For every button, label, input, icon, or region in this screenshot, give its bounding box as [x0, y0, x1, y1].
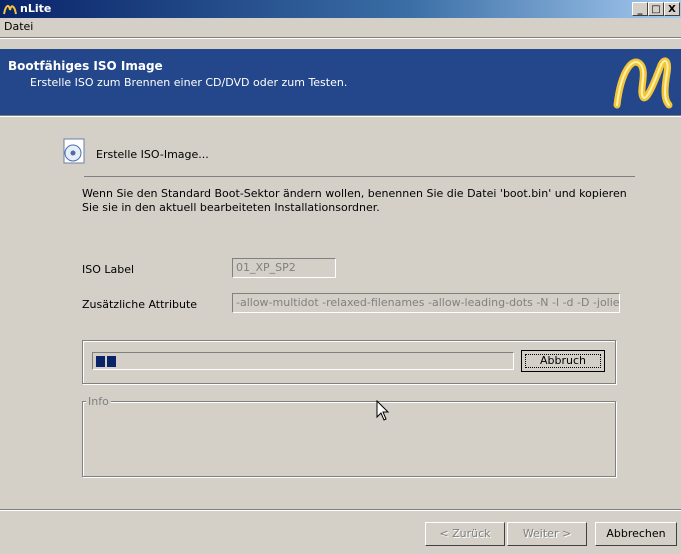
back-button[interactable]: < Zurück [425, 522, 505, 546]
next-button[interactable]: Weiter > [507, 522, 587, 546]
header-title: Bootfähiges ISO Image [8, 59, 163, 73]
title-bar[interactable]: nLite _ □ X [0, 0, 681, 18]
section-title: Erstelle ISO-Image... [96, 148, 209, 161]
abort-button[interactable]: Abbruch [521, 350, 605, 372]
footer-separator [0, 509, 681, 511]
header-separator [0, 115, 681, 117]
mouse-cursor-icon [376, 400, 390, 421]
iso-label-field[interactable]: 01_XP_SP2 [232, 258, 336, 278]
attributes-field[interactable]: -allow-multidot -relaxed-filenames -allo… [232, 293, 620, 313]
menu-item-datei[interactable]: Datei [4, 20, 33, 33]
menu-separator [0, 37, 681, 39]
focus-rectangle [525, 354, 601, 368]
progress-bar [92, 352, 514, 370]
attributes-caption: Zusätzliche Attribute [82, 298, 198, 311]
progress-block [96, 356, 105, 367]
cancel-button[interactable]: Abbrechen [595, 522, 677, 546]
nlite-logo-icon [613, 57, 673, 109]
section-description: Wenn Sie den Standard Boot-Sektor ändern… [82, 187, 627, 214]
close-button[interactable]: X [664, 2, 680, 16]
menu-bar: Datei [0, 18, 681, 36]
iso-label-caption: ISO Label [82, 263, 135, 276]
cd-image-icon [63, 138, 85, 164]
minimize-button[interactable]: _ [632, 2, 648, 16]
header-banner: Bootfähiges ISO Image Erstelle ISO zum B… [0, 49, 681, 115]
section-divider [84, 176, 635, 177]
progress-block [107, 356, 116, 367]
nlite-app-icon [3, 2, 17, 16]
info-group [82, 401, 616, 477]
header-subtitle: Erstelle ISO zum Brennen einer CD/DVD od… [30, 76, 348, 89]
info-legend: Info [86, 395, 111, 408]
maximize-button[interactable]: □ [648, 2, 664, 16]
window-title: nLite [20, 2, 52, 15]
